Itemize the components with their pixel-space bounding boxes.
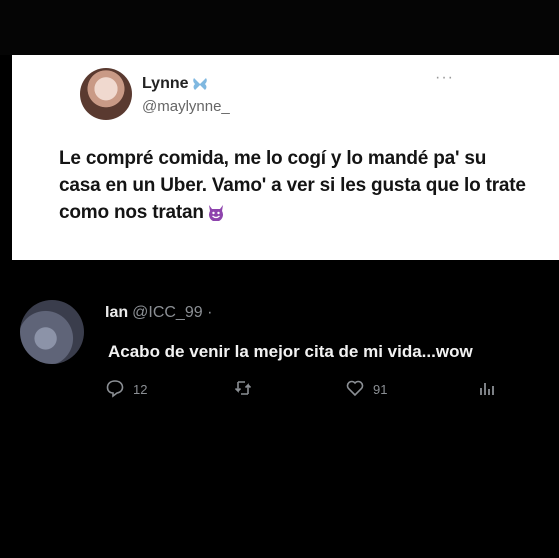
tweet-text: Le compré comida, me lo cogí y lo mandé … <box>59 145 529 226</box>
top-bar <box>0 0 559 55</box>
retweet-icon <box>233 378 253 401</box>
reply-author-name[interactable]: Ian <box>105 304 128 321</box>
retweet-button[interactable] <box>233 378 261 401</box>
tweet-text-content: Le compré comida, me lo cogí y lo mandé … <box>59 148 526 223</box>
devil-emoji-icon <box>206 202 226 222</box>
like-count: 91 <box>373 382 388 397</box>
reply-count: 12 <box>133 382 148 397</box>
analytics-icon <box>477 378 497 401</box>
reply-icon <box>105 378 125 401</box>
analytics-button[interactable] <box>477 378 497 401</box>
avatar[interactable] <box>80 68 132 120</box>
avatar[interactable] <box>20 300 84 364</box>
like-button[interactable]: 91 <box>345 378 387 401</box>
reply-header: Ian @ICC_99 · <box>105 304 212 322</box>
butterfly-icon <box>192 77 208 91</box>
quoted-tweet-card[interactable]: Lynne @maylynne_ ··· Le compré comida, m… <box>12 55 559 260</box>
reply-button[interactable]: 12 <box>105 378 147 401</box>
author-name-row: Lynne <box>142 75 208 93</box>
reply-tweet[interactable]: Ian @ICC_99 · Acabo de venir la mejor cit… <box>0 280 559 420</box>
more-icon[interactable]: ··· <box>435 69 454 87</box>
reply-text: Acabo de venir la mejor cita de mi vida.… <box>108 342 473 361</box>
reply-author-handle[interactable]: @ICC_99 · <box>132 304 212 321</box>
action-bar: 12 91 <box>105 378 505 402</box>
author-name[interactable]: Lynne <box>142 75 189 93</box>
like-icon <box>345 378 365 401</box>
author-handle[interactable]: @maylynne_ <box>142 98 230 115</box>
